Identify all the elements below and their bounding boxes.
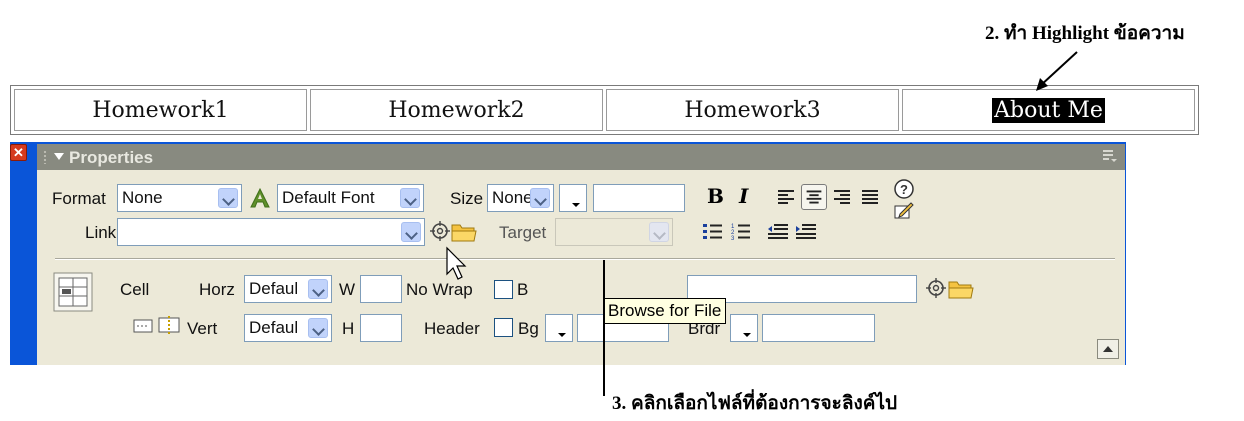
point-to-file-icon[interactable] xyxy=(430,221,450,241)
header-label: Header xyxy=(424,319,480,338)
section-divider xyxy=(55,258,1115,260)
panel-body: Format None Default Font Size None B I ?… xyxy=(37,170,1125,365)
size-select-value: None xyxy=(492,188,533,207)
split-cell-icon[interactable] xyxy=(158,316,180,336)
border-color-input[interactable] xyxy=(762,314,875,342)
chevron-down-icon[interactable] xyxy=(308,318,328,338)
bg-image-label: B xyxy=(517,280,529,299)
font-select-value: Default Font xyxy=(282,188,375,207)
size-label: Size xyxy=(450,189,484,208)
no-wrap-label: No Wrap xyxy=(406,280,473,299)
horz-select[interactable]: Defaul xyxy=(244,275,332,303)
browse-folder-icon[interactable] xyxy=(948,278,974,299)
options-menu-icon[interactable] xyxy=(1103,149,1117,163)
text-outdent-icon[interactable] xyxy=(767,221,789,241)
nav-cell-homework2[interactable]: Homework2 xyxy=(310,89,603,131)
chevron-down-icon[interactable] xyxy=(530,188,550,208)
font-select[interactable]: Default Font xyxy=(277,184,424,212)
annotation-highlight-text: 2. ทำ Highlight ข้อความ xyxy=(985,23,1185,44)
nav-cell-about-me[interactable]: About Me xyxy=(902,89,1195,131)
bg-color-label: Bg xyxy=(518,319,539,338)
header-checkbox[interactable] xyxy=(494,318,513,337)
help-icon[interactable]: ? xyxy=(893,178,915,200)
format-select-value: None xyxy=(122,188,163,207)
chevron-down-icon[interactable] xyxy=(401,222,421,242)
width-input[interactable] xyxy=(360,275,402,303)
text-color-swatch[interactable] xyxy=(559,184,587,212)
ordered-list-icon[interactable]: 123 xyxy=(730,221,752,241)
nav-table: Homework1 Homework2 Homework3 About Me xyxy=(10,85,1199,135)
target-select[interactable] xyxy=(555,218,673,246)
annotation-browse-file: 3. คลิกเลือกไฟล์ที่ต้องการจะลิงค์ไป xyxy=(612,393,898,414)
nav-cell-homework3[interactable]: Homework3 xyxy=(606,89,899,131)
height-label: H xyxy=(342,319,355,338)
unordered-list-icon[interactable] xyxy=(702,221,724,241)
italic-icon[interactable]: I xyxy=(739,184,748,208)
link-input[interactable] xyxy=(117,218,425,246)
nav-cell-homework1[interactable]: Homework1 xyxy=(14,89,307,131)
merge-cells-icon[interactable] xyxy=(133,317,153,335)
horz-select-value: Defaul xyxy=(249,279,299,298)
chevron-down-icon[interactable] xyxy=(218,188,238,208)
nav-cell-label: Homework2 xyxy=(388,97,525,123)
align-justify-icon[interactable] xyxy=(857,184,883,210)
cell-label: Cell xyxy=(120,280,150,299)
align-right-icon[interactable] xyxy=(829,184,855,210)
text-color-field[interactable] xyxy=(593,184,685,212)
point-to-file-icon[interactable] xyxy=(926,278,946,298)
panel-title: Properties xyxy=(69,148,154,167)
chevron-down-icon[interactable] xyxy=(649,222,669,242)
nav-cell-label-highlighted[interactable]: About Me xyxy=(992,97,1105,123)
grip-icon[interactable] xyxy=(43,150,47,164)
panel-title-bar[interactable]: Properties xyxy=(37,144,1125,170)
target-label: Target xyxy=(499,223,547,242)
table-cell-icon xyxy=(53,272,93,312)
align-left-icon[interactable] xyxy=(773,184,799,210)
border-color-swatch[interactable] xyxy=(730,314,758,342)
browse-folder-icon[interactable] xyxy=(451,221,477,242)
vert-label: Vert xyxy=(187,319,218,338)
horz-label: Horz xyxy=(199,280,235,299)
width-label: W xyxy=(339,280,356,299)
vert-select[interactable]: Defaul xyxy=(244,314,332,342)
bg-color-swatch[interactable] xyxy=(545,314,573,342)
chevron-down-icon[interactable] xyxy=(308,279,328,299)
expand-collapse-button[interactable] xyxy=(1097,339,1119,359)
nav-cell-label: Homework3 xyxy=(684,97,821,123)
format-select[interactable]: None xyxy=(117,184,242,212)
close-icon[interactable]: ✕ xyxy=(10,144,27,161)
font-color-icon[interactable] xyxy=(249,188,271,208)
height-input[interactable] xyxy=(360,314,402,342)
tooltip: Browse for File xyxy=(603,298,727,324)
collapse-arrow-icon[interactable] xyxy=(54,153,64,160)
format-label: Format xyxy=(52,189,106,208)
link-label: Link xyxy=(85,223,117,242)
bold-icon[interactable]: B xyxy=(707,184,724,208)
svg-text:3: 3 xyxy=(731,236,735,241)
text-indent-icon[interactable] xyxy=(795,221,817,241)
svg-text:?: ? xyxy=(900,182,908,197)
size-select[interactable]: None xyxy=(487,184,554,212)
vert-select-value: Defaul xyxy=(249,318,299,337)
properties-panel: ✕ Properties Format None Default Font Si… xyxy=(10,142,1126,365)
nav-cell-label: Homework1 xyxy=(92,97,229,123)
align-center-icon[interactable] xyxy=(801,184,827,210)
no-wrap-checkbox[interactable] xyxy=(494,280,513,299)
quick-tag-editor-icon[interactable] xyxy=(894,202,914,220)
chevron-down-icon[interactable] xyxy=(400,188,420,208)
